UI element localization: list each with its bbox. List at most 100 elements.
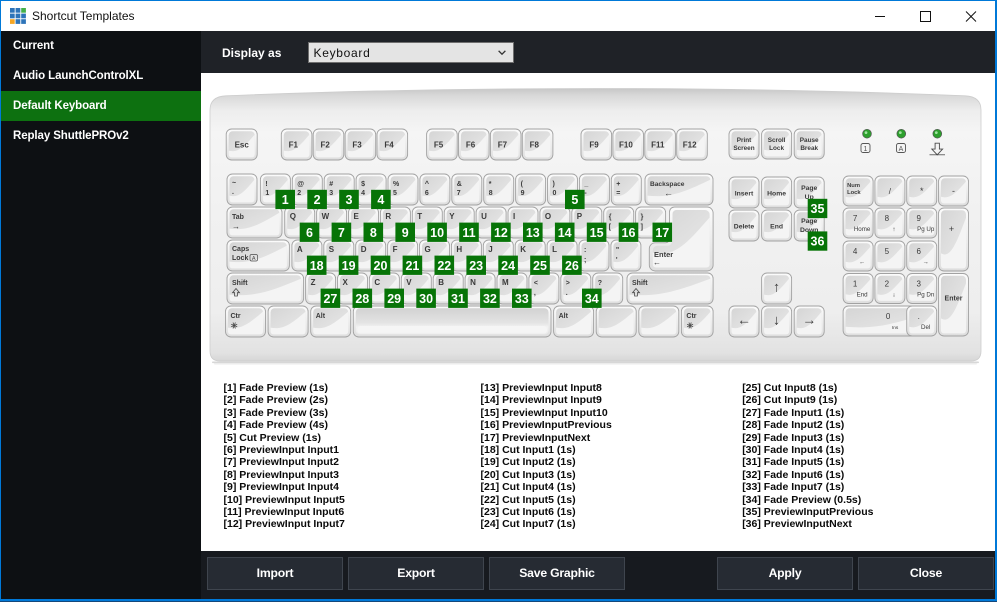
- svg-text:Scroll: Scroll: [768, 137, 786, 144]
- svg-text:26: 26: [565, 259, 579, 273]
- svg-text:23: 23: [469, 259, 483, 273]
- svg-text:+: +: [949, 224, 954, 234]
- svg-text:?: ?: [598, 280, 602, 287]
- svg-text:←: ←: [664, 188, 673, 198]
- svg-text:←: ←: [737, 312, 751, 328]
- svg-text:G: G: [425, 245, 431, 254]
- svg-text:←: ←: [859, 259, 865, 266]
- svg-text:M: M: [502, 278, 509, 287]
- svg-text:@: @: [297, 181, 304, 188]
- svg-text:": ": [616, 247, 619, 254]
- svg-text:V: V: [406, 278, 412, 287]
- svg-text:Page: Page: [801, 185, 817, 192]
- svg-text:$: $: [361, 181, 365, 188]
- svg-text:F7: F7: [498, 141, 508, 150]
- svg-text:L: L: [552, 245, 557, 254]
- svg-text:F1: F1: [289, 141, 299, 150]
- svg-text:I: I: [513, 212, 515, 221]
- svg-text:Break: Break: [800, 145, 818, 152]
- svg-text:7: 7: [457, 190, 461, 197]
- svg-text:13: 13: [526, 226, 540, 240]
- svg-text:Home: Home: [767, 191, 786, 198]
- svg-text:↓: ↓: [892, 292, 895, 299]
- svg-text:18: 18: [310, 259, 324, 273]
- svg-text:F3: F3: [352, 141, 362, 150]
- svg-text:17: 17: [655, 226, 669, 240]
- svg-text:21: 21: [405, 259, 419, 273]
- svg-text:R: R: [385, 212, 391, 221]
- svg-text:F11: F11: [651, 141, 665, 150]
- svg-text:24: 24: [501, 259, 515, 273]
- svg-text:Delete: Delete: [734, 224, 755, 231]
- svg-text:_: _: [583, 181, 588, 188]
- svg-text:F10: F10: [619, 141, 633, 150]
- svg-text:25: 25: [533, 259, 547, 273]
- svg-text:32: 32: [483, 292, 497, 306]
- svg-text:.: .: [918, 312, 920, 321]
- svg-text:4: 4: [377, 193, 384, 207]
- svg-text:8: 8: [489, 190, 493, 197]
- svg-text:.: .: [566, 290, 568, 297]
- svg-text:34: 34: [585, 292, 599, 306]
- svg-text:N: N: [470, 278, 476, 287]
- svg-text:C: C: [374, 278, 380, 287]
- svg-text:↓: ↓: [773, 312, 780, 328]
- svg-text:!: !: [265, 181, 267, 188]
- svg-text:8: 8: [885, 214, 890, 223]
- svg-text:1: 1: [864, 146, 868, 153]
- svg-text:15: 15: [590, 226, 604, 240]
- svg-text:Page: Page: [801, 218, 817, 225]
- svg-text:%: %: [393, 181, 400, 188]
- svg-text:Lock: Lock: [847, 190, 861, 196]
- svg-text:10: 10: [430, 226, 444, 240]
- svg-text:&: &: [457, 181, 462, 188]
- svg-text:Print: Print: [737, 137, 752, 144]
- svg-text:Del: Del: [921, 324, 930, 331]
- svg-text:F5: F5: [434, 141, 444, 150]
- svg-text:9: 9: [521, 190, 525, 197]
- svg-text:Num: Num: [847, 183, 860, 189]
- svg-text:Q: Q: [290, 212, 296, 221]
- svg-text:,: ,: [534, 290, 536, 297]
- svg-text:Pg Up: Pg Up: [917, 226, 935, 233]
- svg-text:{: {: [609, 214, 612, 221]
- svg-text:27: 27: [323, 292, 337, 306]
- svg-text:#: #: [329, 181, 333, 188]
- svg-text:29: 29: [387, 292, 401, 306]
- svg-text:12: 12: [494, 226, 508, 240]
- svg-text:Alt: Alt: [559, 313, 569, 320]
- svg-text:3: 3: [329, 190, 333, 197]
- svg-text:Alt: Alt: [316, 313, 326, 320]
- svg-text:5: 5: [885, 247, 890, 256]
- svg-text:↑: ↑: [773, 279, 780, 295]
- svg-text:A: A: [297, 245, 303, 254]
- svg-text:F8: F8: [530, 141, 540, 150]
- svg-text:X: X: [343, 278, 349, 287]
- svg-text:Esc: Esc: [235, 141, 250, 150]
- svg-text:2: 2: [314, 193, 321, 207]
- svg-text:Caps: Caps: [232, 246, 249, 253]
- svg-text:Insert: Insert: [735, 191, 754, 198]
- svg-text:Ins: Ins: [892, 325, 899, 331]
- svg-text:K: K: [520, 245, 526, 254]
- svg-text:-: -: [952, 186, 955, 196]
- svg-text:→: →: [802, 312, 816, 328]
- svg-text:7: 7: [338, 226, 345, 240]
- svg-text:}: }: [641, 214, 644, 221]
- svg-text:30: 30: [419, 292, 433, 306]
- svg-text:Lock: Lock: [769, 145, 784, 152]
- svg-text:36: 36: [811, 235, 825, 249]
- svg-text:E: E: [354, 212, 360, 221]
- svg-text:Tab: Tab: [232, 214, 244, 221]
- svg-text:F2: F2: [321, 141, 331, 150]
- svg-text:14: 14: [558, 226, 572, 240]
- svg-text:A: A: [252, 256, 256, 262]
- svg-text:T: T: [417, 212, 422, 221]
- svg-text:28: 28: [355, 292, 369, 306]
- svg-text:Pg Dn: Pg Dn: [917, 292, 935, 299]
- svg-text:3: 3: [916, 280, 921, 289]
- svg-text:6: 6: [425, 190, 429, 197]
- svg-text:Screen: Screen: [733, 145, 754, 152]
- svg-text:H: H: [456, 245, 462, 254]
- svg-text:5: 5: [393, 190, 397, 197]
